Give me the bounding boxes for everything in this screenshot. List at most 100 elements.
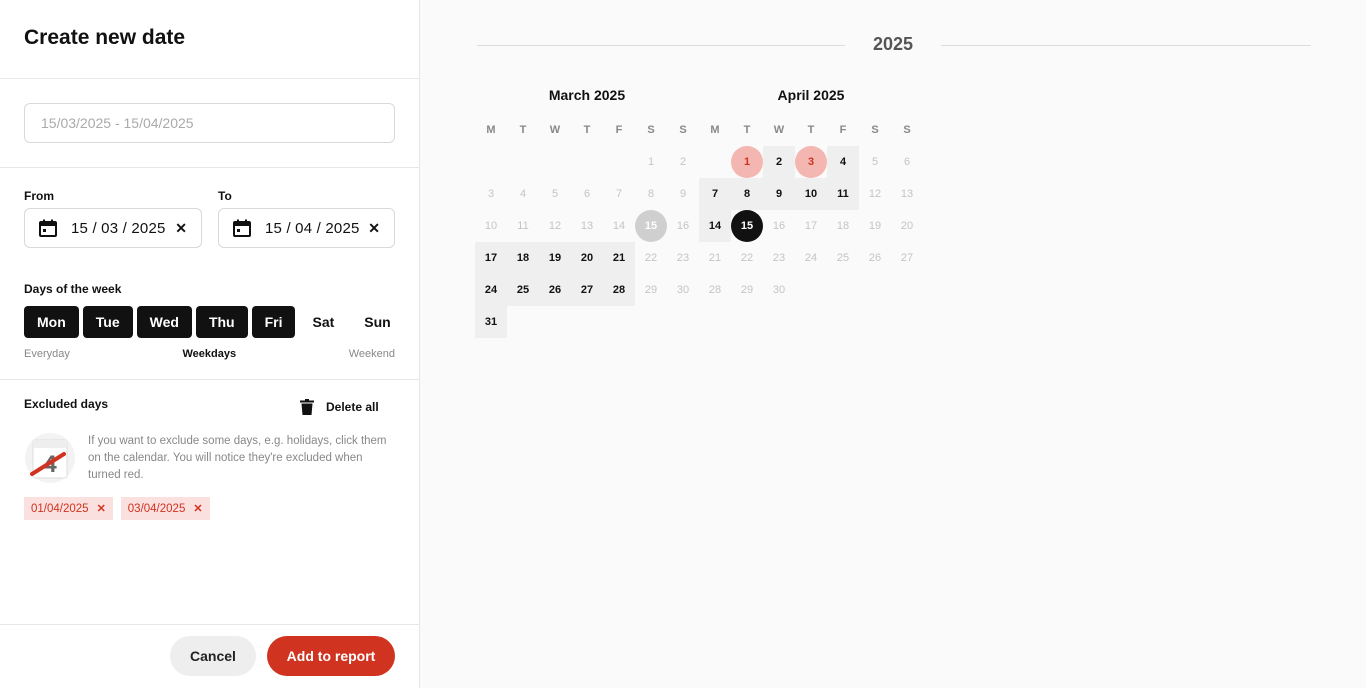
- preset-weekdays[interactable]: Weekdays: [182, 348, 236, 360]
- calendar-day-selected[interactable]: 27: [571, 274, 603, 306]
- calendar-day-selected[interactable]: 19: [539, 242, 571, 274]
- calendar-day-selected[interactable]: 11: [827, 178, 859, 210]
- delete-all-button[interactable]: Delete all: [300, 399, 379, 415]
- day-toggle-tue[interactable]: Tue: [82, 306, 133, 338]
- preset-weekend[interactable]: Weekend: [349, 348, 395, 360]
- calendar-day[interactable]: 22: [731, 242, 763, 274]
- excluded-date-value: 01/04/2025: [31, 502, 89, 515]
- from-date-value[interactable]: 15 / 03 / 2025: [71, 220, 175, 237]
- calendar-day[interactable]: 23: [667, 242, 699, 274]
- day-presets: Everyday Weekdays Weekend: [24, 348, 395, 360]
- calendar-day[interactable]: 5: [859, 146, 891, 178]
- year-divider-right: [941, 45, 1311, 46]
- calendar-day[interactable]: 9: [667, 178, 699, 210]
- day-toggle-fri[interactable]: Fri: [251, 306, 296, 338]
- month-title: April 2025: [777, 87, 845, 103]
- calendar-day[interactable]: 16: [667, 210, 699, 242]
- calendar-day[interactable]: 7: [603, 178, 635, 210]
- weekday-header: S: [903, 124, 911, 136]
- calendar-day-selected[interactable]: 31: [475, 306, 507, 338]
- weekday-header: S: [871, 124, 879, 136]
- days-of-week-label: Days of the week: [24, 282, 122, 296]
- to-date-value[interactable]: 15 / 04 / 2025: [265, 220, 368, 237]
- remove-chip-icon[interactable]: ✕: [193, 502, 202, 515]
- calendar-day[interactable]: 30: [667, 274, 699, 306]
- calendar-day-selected[interactable]: 17: [475, 242, 507, 274]
- calendar-day-selected[interactable]: 7: [699, 178, 731, 210]
- date-range-input[interactable]: 15/03/2025 - 15/04/2025: [24, 103, 395, 143]
- calendar-day-selected[interactable]: 9: [763, 178, 795, 210]
- excluded-date-chip: 01/04/2025 ✕: [24, 497, 113, 520]
- to-label: To: [218, 189, 232, 203]
- calendar-day[interactable]: 10: [475, 210, 507, 242]
- calendar-day[interactable]: 11: [507, 210, 539, 242]
- calendar-day[interactable]: 21: [699, 242, 731, 274]
- calendar-day-selected[interactable]: 26: [539, 274, 571, 306]
- calendar-day[interactable]: 20: [891, 210, 923, 242]
- calendar-day[interactable]: 29: [731, 274, 763, 306]
- calendar-day[interactable]: 12: [539, 210, 571, 242]
- calendar-day-selected[interactable]: 4: [827, 146, 859, 178]
- clear-from-icon[interactable]: ✕: [175, 220, 187, 237]
- calendar-day-range-start[interactable]: 15: [635, 210, 667, 242]
- from-label: From: [24, 189, 54, 203]
- calendar-day[interactable]: 25: [827, 242, 859, 274]
- calendar-day[interactable]: 6: [891, 146, 923, 178]
- calendar-day[interactable]: 24: [795, 242, 827, 274]
- calendar-icon: [233, 219, 251, 237]
- calendar-day[interactable]: 29: [635, 274, 667, 306]
- calendar-day[interactable]: 13: [571, 210, 603, 242]
- calendar-day[interactable]: 18: [827, 210, 859, 242]
- calendar-day[interactable]: 2: [667, 146, 699, 178]
- calendar-day[interactable]: 27: [891, 242, 923, 274]
- panel-title: Create new date: [24, 26, 186, 49]
- calendar-day[interactable]: 19: [859, 210, 891, 242]
- cancel-button[interactable]: Cancel: [170, 636, 256, 676]
- calendar-day[interactable]: 1: [635, 146, 667, 178]
- calendar-day-selected[interactable]: 24: [475, 274, 507, 306]
- calendar-day-selected[interactable]: 28: [603, 274, 635, 306]
- from-date-field[interactable]: 15 / 03 / 2025 ✕: [24, 208, 202, 248]
- calendar-day[interactable]: 8: [635, 178, 667, 210]
- calendar-icon: [39, 219, 57, 237]
- to-date-field[interactable]: 15 / 04 / 2025 ✕: [218, 208, 395, 248]
- calendar-day[interactable]: 17: [795, 210, 827, 242]
- calendar-day[interactable]: 13: [891, 178, 923, 210]
- remove-chip-icon[interactable]: ✕: [97, 502, 106, 515]
- calendar-day[interactable]: 6: [571, 178, 603, 210]
- preset-everyday[interactable]: Everyday: [24, 348, 70, 360]
- calendar-day-selected[interactable]: 10: [795, 178, 827, 210]
- excluded-days-hint: If you want to exclude some days, e.g. h…: [88, 435, 387, 481]
- calendar-day-selected[interactable]: 2: [763, 146, 795, 178]
- calendar-day[interactable]: 12: [859, 178, 891, 210]
- calendar-day[interactable]: 14: [603, 210, 635, 242]
- calendar-day-excluded[interactable]: 3: [795, 146, 827, 178]
- calendar-day[interactable]: 30: [763, 274, 795, 306]
- calendar-day-selected[interactable]: 25: [507, 274, 539, 306]
- day-toggle-mon[interactable]: Mon: [24, 306, 79, 338]
- excluded-days-label: Excluded days: [24, 397, 109, 411]
- calendar-day[interactable]: 26: [859, 242, 891, 274]
- calendar-day[interactable]: 23: [763, 242, 795, 274]
- divider: [0, 78, 419, 79]
- calendar-day[interactable]: 4: [507, 178, 539, 210]
- day-toggle-sun[interactable]: Sun: [351, 306, 403, 338]
- calendar-day[interactable]: 16: [763, 210, 795, 242]
- calendar-day[interactable]: 22: [635, 242, 667, 274]
- add-to-report-button[interactable]: Add to report: [267, 636, 395, 676]
- calendar-day-excluded[interactable]: 1: [731, 146, 763, 178]
- day-toggle-thu[interactable]: Thu: [195, 306, 248, 338]
- calendar-day-selected[interactable]: 21: [603, 242, 635, 274]
- calendar-day-selected[interactable]: 8: [731, 178, 763, 210]
- day-toggle-sat[interactable]: Sat: [299, 306, 347, 338]
- calendar-day[interactable]: 3: [475, 178, 507, 210]
- calendar-day-selected[interactable]: 20: [571, 242, 603, 274]
- calendar-day[interactable]: 28: [699, 274, 731, 306]
- calendar-day-range-end[interactable]: 15: [731, 210, 763, 242]
- clear-to-icon[interactable]: ✕: [368, 220, 380, 237]
- day-toggle-wed[interactable]: Wed: [136, 306, 192, 338]
- calendar-day-selected[interactable]: 14: [699, 210, 731, 242]
- calendar-day-selected[interactable]: 18: [507, 242, 539, 274]
- calendar-day[interactable]: 5: [539, 178, 571, 210]
- weekday-header: T: [519, 124, 527, 136]
